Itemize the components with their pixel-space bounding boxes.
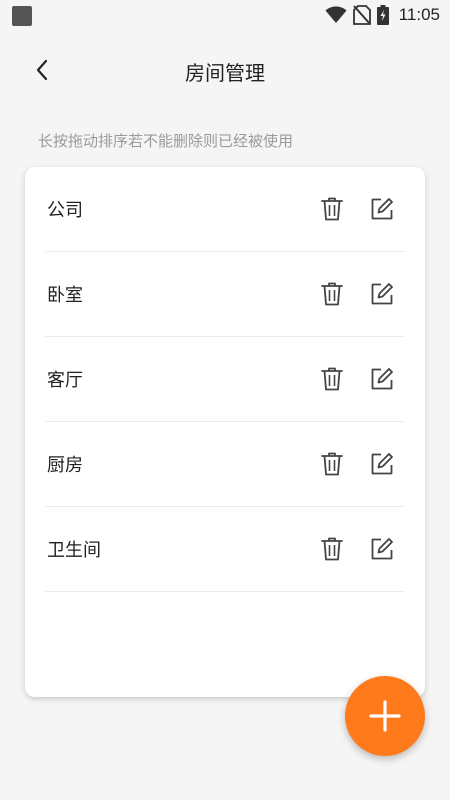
edit-room-button[interactable] xyxy=(369,281,395,307)
edit-icon xyxy=(371,453,393,475)
room-row[interactable]: 厨房 xyxy=(45,422,405,507)
sort-hint-text: 长按拖动排序若不能删除则已经被使用 xyxy=(38,132,294,150)
trash-icon xyxy=(321,452,343,476)
page-title: 房间管理 xyxy=(185,61,265,85)
delete-room-button[interactable] xyxy=(319,451,345,477)
edit-icon xyxy=(371,538,393,560)
edit-room-button[interactable] xyxy=(369,536,395,562)
room-name: 卧室 xyxy=(47,285,83,306)
room-row[interactable]: 公司 xyxy=(45,167,405,252)
battery-charging-icon xyxy=(376,5,389,25)
room-list: 公司 卧室 客厅 厨房 卫生间 xyxy=(25,167,425,592)
delete-room-button[interactable] xyxy=(319,536,345,562)
plus-icon xyxy=(369,700,401,732)
edit-room-button[interactable] xyxy=(369,451,395,477)
wifi-icon xyxy=(325,6,347,23)
add-room-button[interactable] xyxy=(345,676,425,756)
trash-icon xyxy=(321,537,343,561)
room-list-card: 公司 卧室 客厅 厨房 卫生间 xyxy=(25,167,425,697)
edit-room-button[interactable] xyxy=(369,366,395,392)
trash-icon xyxy=(321,367,343,391)
edit-icon xyxy=(371,198,393,220)
trash-icon xyxy=(321,282,343,306)
trash-icon xyxy=(321,197,343,221)
room-name: 公司 xyxy=(47,200,83,221)
room-row[interactable]: 卫生间 xyxy=(45,507,405,592)
status-bar: 11:05 xyxy=(0,0,450,30)
room-name: 厨房 xyxy=(47,455,83,476)
edit-room-button[interactable] xyxy=(369,196,395,222)
status-icons: 11:05 xyxy=(325,4,440,26)
room-row[interactable]: 客厅 xyxy=(45,337,405,422)
status-time: 11:05 xyxy=(398,5,440,24)
delete-room-button[interactable] xyxy=(319,281,345,307)
edit-icon xyxy=(371,368,393,390)
delete-room-button[interactable] xyxy=(319,196,345,222)
no-sim-icon xyxy=(352,5,371,25)
delete-room-button[interactable] xyxy=(319,366,345,392)
room-name: 客厅 xyxy=(47,370,83,391)
edit-icon xyxy=(371,283,393,305)
room-name: 卫生间 xyxy=(47,540,101,561)
app-header: 房间管理 xyxy=(0,44,450,98)
room-row[interactable]: 卧室 xyxy=(45,252,405,337)
app-notification-icon xyxy=(12,6,32,26)
